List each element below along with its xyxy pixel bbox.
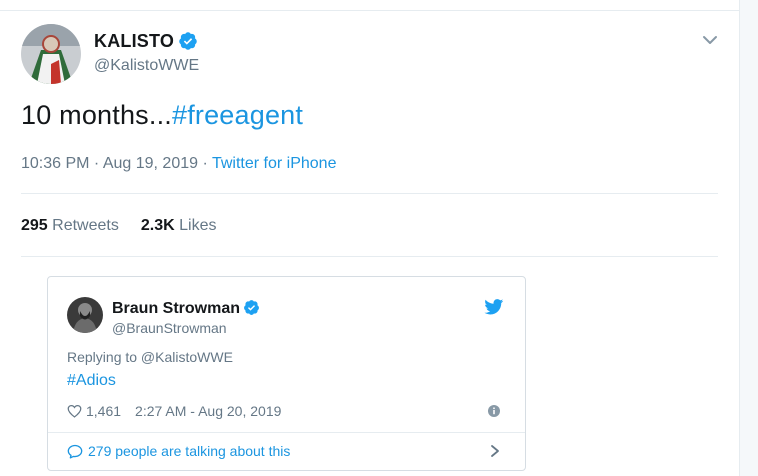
likes-stat[interactable]: 2.3K Likes xyxy=(141,217,217,234)
chevron-right-icon[interactable] xyxy=(489,444,501,458)
retweets-count: 295 xyxy=(21,217,48,234)
tweet-source[interactable]: Twitter for iPhone xyxy=(212,155,337,172)
author-handle[interactable]: @KalistoWWE xyxy=(94,57,199,75)
tweet-stats: 295 Retweets 2.3K Likes xyxy=(21,217,216,235)
retweets-stat[interactable]: 295 Retweets xyxy=(21,217,119,234)
embedded-author-name[interactable]: Braun Strowman xyxy=(112,299,260,318)
hashtag-link[interactable]: #freeagent xyxy=(172,100,303,130)
embedded-tweet-card[interactable]: Braun Strowman @BraunStrowman Replying t… xyxy=(47,276,526,471)
divider xyxy=(21,193,718,194)
conversation-link[interactable]: 279 people are talking about this xyxy=(67,443,290,459)
embedded-timestamp[interactable]: 2:27 AM - Aug 20, 2019 xyxy=(135,403,281,419)
tweet-date[interactable]: Aug 19, 2019 xyxy=(103,155,198,172)
verified-badge-icon xyxy=(179,32,197,50)
speech-bubble-icon xyxy=(67,444,83,459)
likes-count: 2.3K xyxy=(140,217,175,234)
author-avatar[interactable] xyxy=(21,24,81,84)
tweet-text-prefix: 10 months... xyxy=(21,100,172,130)
conversation-text: 279 people are talking about this xyxy=(88,443,291,459)
twitter-bird-icon[interactable] xyxy=(484,299,504,315)
likes-label: Likes xyxy=(179,217,217,234)
chevron-down-icon[interactable] xyxy=(700,30,720,50)
divider xyxy=(48,432,525,433)
verified-badge-icon xyxy=(244,300,259,315)
embedded-hashtag-link[interactable]: #Adios xyxy=(67,372,116,390)
scrollbar-track[interactable] xyxy=(740,0,758,476)
author-name[interactable]: KALISTO xyxy=(94,31,198,52)
info-icon[interactable] xyxy=(488,405,500,417)
tweet-time[interactable]: 10:36 PM xyxy=(21,155,89,172)
embedded-like-count[interactable]: 1,461 xyxy=(86,403,121,419)
embedded-author-handle[interactable]: @BraunStrowman xyxy=(112,320,227,336)
embedded-meta: 1,461 2:27 AM - Aug 20, 2019 xyxy=(67,403,281,419)
tweet-text: 10 months...#freeagent xyxy=(21,100,303,131)
heart-icon[interactable] xyxy=(67,404,82,418)
tweet-meta: 10:36 PM · Aug 19, 2019 · Twitter for iP… xyxy=(21,155,337,172)
divider xyxy=(21,256,718,257)
replying-to[interactable]: Replying to @KalistoWWE xyxy=(67,349,233,365)
top-divider xyxy=(0,10,740,11)
retweets-label: Retweets xyxy=(52,217,119,234)
embedded-author-avatar[interactable] xyxy=(67,297,103,333)
